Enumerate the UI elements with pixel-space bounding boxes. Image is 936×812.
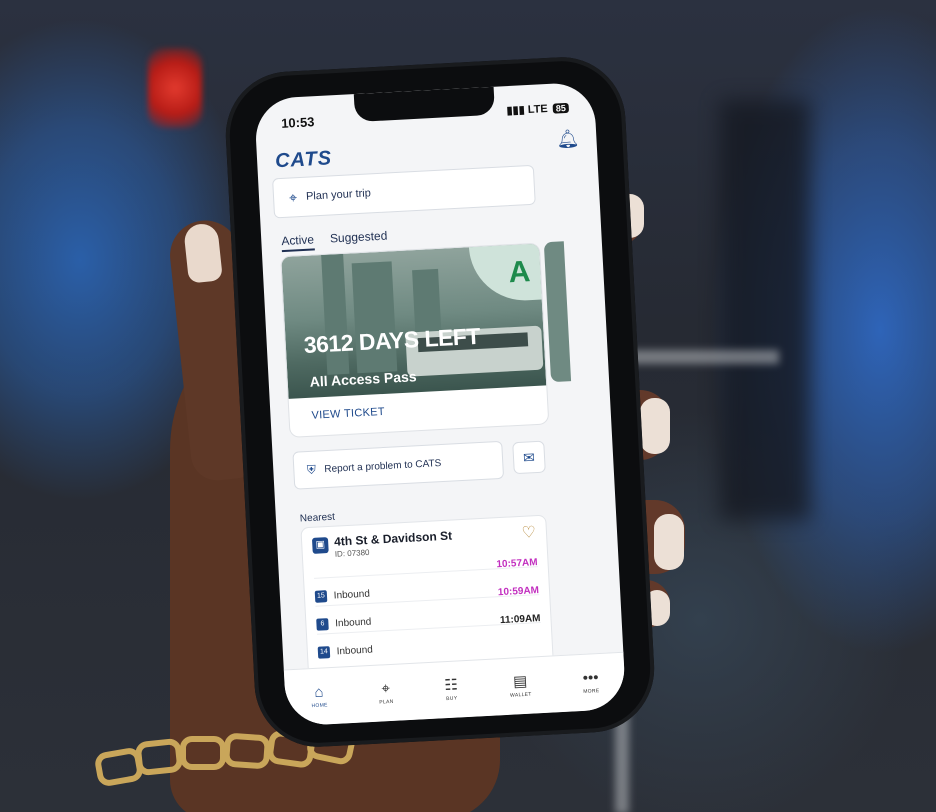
route-badge: 15 <box>314 590 328 603</box>
status-bar: 10:53 ▮▮▮ LTE 85 <box>254 82 596 140</box>
bell-icon[interactable]: 🔔︎ <box>556 128 580 149</box>
tab-active[interactable]: Active <box>280 232 315 253</box>
plan-trip-button[interactable]: ⌖ Plan your trip <box>272 164 536 219</box>
mail-icon[interactable]: ✉ <box>512 440 546 475</box>
signal-icon: ▮▮▮ <box>506 104 526 118</box>
nav-home[interactable]: ⌂ HOME <box>310 683 328 710</box>
tab-suggested[interactable]: Suggested <box>330 229 388 250</box>
phone-screen: 10:53 ▮▮▮ LTE 85 CATS 🔔︎ ⌖ Plan your tri… <box>253 81 627 727</box>
bus-stop-icon: ▣ <box>311 537 329 554</box>
nav-buy[interactable]: ☷ BUY <box>443 676 459 703</box>
building <box>351 261 398 374</box>
report-problem-button[interactable]: ⛨ Report a problem to CATS <box>292 440 505 490</box>
home-icon: ⌂ <box>313 683 324 701</box>
finger-nail-2 <box>640 398 670 454</box>
arrival-time: 10:57AM <box>496 557 538 571</box>
route-badge: 6 <box>316 618 329 631</box>
plan-trip-label: Plan your trip <box>305 187 372 203</box>
arrival-time: 10:59AM <box>497 585 540 599</box>
nav-more[interactable]: ••• MORE <box>582 669 600 695</box>
nav-wallet[interactable]: ▤ WALLET <box>509 672 532 699</box>
report-label: Report a problem to CATS <box>324 457 442 475</box>
arrival-time: 11:09AM <box>499 613 541 627</box>
phone: 10:53 ▮▮▮ LTE 85 CATS 🔔︎ ⌖ Plan your tri… <box>222 53 658 751</box>
next-pass-card-peek[interactable] <box>543 241 572 383</box>
favorite-heart-icon[interactable]: ♡ <box>521 522 536 543</box>
bracelet-link <box>180 736 226 770</box>
stop-id: ID: 07380 <box>334 547 370 559</box>
arrival-direction: Inbound <box>336 644 374 658</box>
dots-icon: ••• <box>582 669 599 687</box>
shield-icon: ⛨ <box>306 462 317 477</box>
pass-tabs: Active Suggested <box>280 229 388 253</box>
nearest-label: Nearest <box>299 511 336 525</box>
view-ticket-link[interactable]: VIEW TICKET <box>311 406 385 422</box>
nav-plan[interactable]: ⌖ PLAN <box>378 680 394 706</box>
stop-name: 4th St & Davidson St <box>333 528 453 549</box>
red-light <box>148 48 202 128</box>
status-time: 10:53 <box>280 114 315 131</box>
route-icon: ⌖ <box>288 188 298 206</box>
bracelet-link <box>222 732 272 770</box>
status-right: ▮▮▮ LTE 85 <box>506 101 570 118</box>
app-logo: CATS <box>274 147 333 173</box>
pass-card[interactable]: A 3612 DAYS LEFT All Access Pass VIEW TI… <box>280 242 550 438</box>
cart-icon: ☷ <box>443 676 459 695</box>
nav-wallet-label: WALLET <box>509 691 532 699</box>
arrival-direction: Inbound <box>334 616 372 630</box>
nav-plan-label: PLAN <box>379 698 394 706</box>
route-badge: 14 <box>317 646 331 659</box>
nav-home-label: HOME <box>311 702 328 710</box>
wallet-icon: ▤ <box>512 672 528 691</box>
nav-more-label: MORE <box>583 688 600 695</box>
network-label: LTE <box>527 102 549 116</box>
nav-buy-label: BUY <box>446 695 458 703</box>
pin-icon: ⌖ <box>381 680 391 698</box>
battery-icon: 85 <box>552 102 570 114</box>
finger-nail-3 <box>654 514 684 570</box>
arrival-direction: Inbound <box>333 588 371 602</box>
bracelet-link <box>134 737 184 777</box>
